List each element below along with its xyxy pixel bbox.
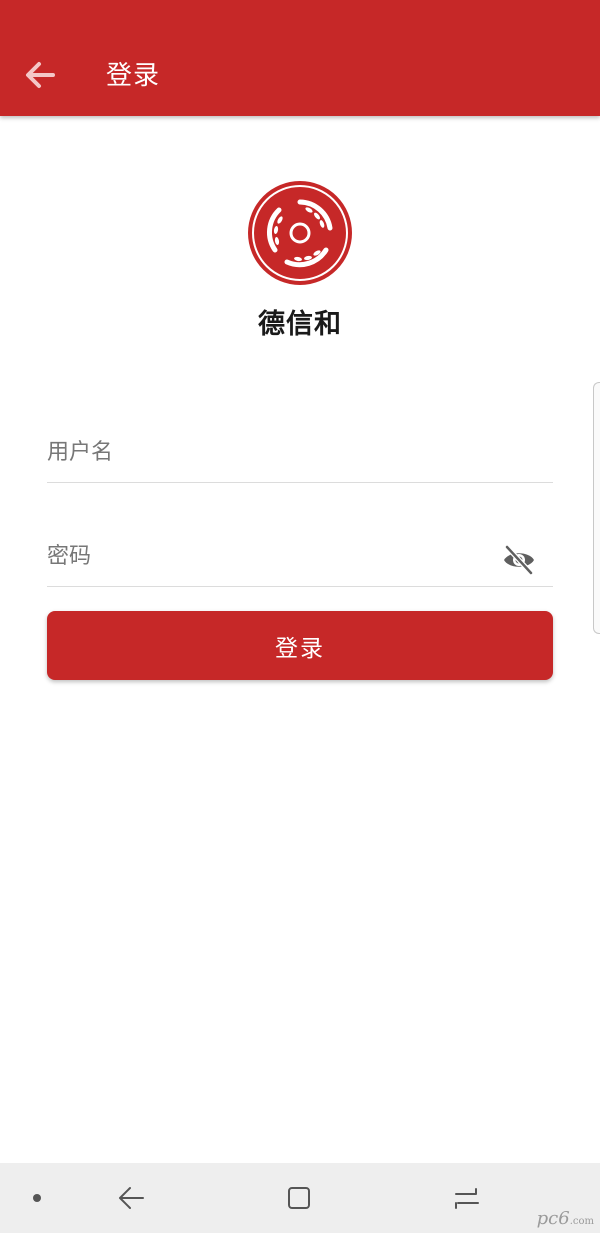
- brand-name: 德信和: [258, 309, 342, 340]
- back-button[interactable]: [20, 55, 60, 95]
- login-button[interactable]: 登录: [47, 611, 553, 680]
- nav-back-button[interactable]: [114, 1181, 148, 1215]
- watermark-sub: .com: [569, 1216, 594, 1227]
- password-input[interactable]: [47, 536, 487, 576]
- system-nav-bar: pc6.com: [0, 1163, 600, 1233]
- back-icon: [119, 1187, 144, 1209]
- eye-off-icon: [504, 545, 534, 575]
- page-title: 登录: [106, 61, 161, 91]
- username-field-container: [47, 432, 553, 483]
- dot-icon: [33, 1194, 41, 1202]
- edge-panel-handle[interactable]: [593, 382, 600, 634]
- app-bar: 登录: [0, 0, 600, 116]
- username-input[interactable]: [47, 432, 487, 472]
- recents-icon: [288, 1187, 310, 1209]
- nav-home-button[interactable]: [450, 1181, 484, 1215]
- watermark-text: pc6: [536, 1208, 570, 1229]
- password-visibility-toggle[interactable]: [501, 542, 537, 578]
- nav-recents-button[interactable]: [282, 1181, 316, 1215]
- brand-logo: [248, 181, 352, 285]
- password-field-container: [47, 536, 553, 587]
- nav-dot-button[interactable]: [20, 1181, 54, 1215]
- home-icon: [455, 1188, 479, 1209]
- watermark: pc6.com: [537, 1208, 594, 1229]
- arrow-left-icon: [26, 62, 55, 88]
